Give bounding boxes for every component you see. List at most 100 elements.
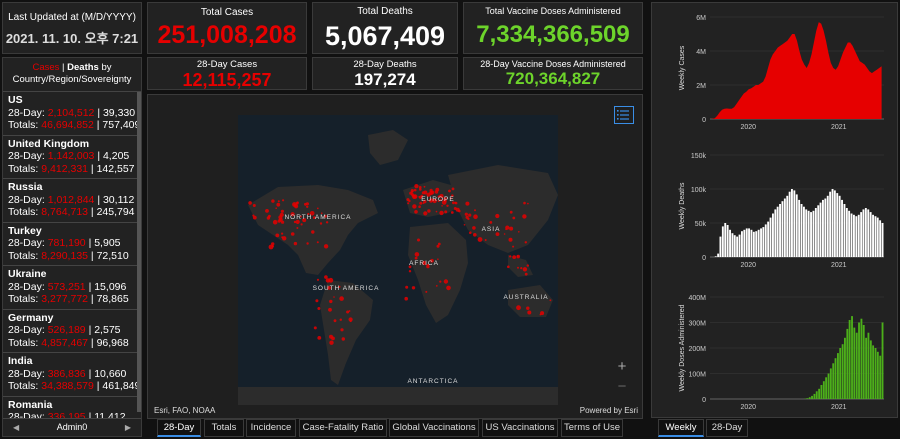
- case-marker[interactable]: [527, 202, 529, 205]
- case-marker[interactable]: [405, 285, 409, 289]
- case-marker[interactable]: [418, 205, 421, 208]
- chart-bar[interactable]: [811, 395, 813, 399]
- chart-bar[interactable]: [726, 225, 729, 257]
- chart-bar[interactable]: [752, 231, 755, 257]
- chart-bar[interactable]: [836, 193, 839, 257]
- case-marker[interactable]: [509, 210, 513, 214]
- case-marker[interactable]: [266, 216, 271, 220]
- chart-bar[interactable]: [865, 337, 868, 399]
- chart-bar[interactable]: [864, 208, 867, 257]
- chart-bar[interactable]: [872, 345, 875, 399]
- chart-bar[interactable]: [721, 226, 724, 257]
- chart-bar[interactable]: [803, 206, 805, 257]
- country-item[interactable]: Ukraine 28-Day: 573,251 | 15,096 Totals: 3…: [3, 266, 141, 310]
- case-marker[interactable]: [348, 310, 351, 312]
- case-marker[interactable]: [516, 255, 519, 258]
- case-marker[interactable]: [324, 275, 328, 279]
- case-marker[interactable]: [520, 267, 523, 270]
- tab-incidence[interactable]: Incidence: [246, 419, 296, 437]
- country-item[interactable]: United Kingdom 28-Day: 1,142,003 | 4,205 T…: [3, 136, 141, 179]
- chart-bar[interactable]: [779, 204, 781, 257]
- case-marker[interactable]: [522, 214, 527, 219]
- chart-bar[interactable]: [731, 233, 734, 257]
- case-marker[interactable]: [484, 239, 487, 241]
- case-marker[interactable]: [414, 184, 419, 189]
- chart-bar[interactable]: [862, 325, 865, 399]
- case-marker[interactable]: [325, 221, 329, 224]
- chart-bar[interactable]: [810, 212, 812, 257]
- chart-bar[interactable]: [733, 235, 736, 257]
- case-marker[interactable]: [271, 245, 274, 248]
- case-marker[interactable]: [472, 226, 476, 230]
- tab-global-vaccinations[interactable]: Global Vaccinations: [389, 419, 479, 437]
- case-marker[interactable]: [252, 215, 257, 220]
- chart-bar[interactable]: [867, 332, 870, 399]
- case-marker[interactable]: [252, 204, 256, 207]
- chart-bar[interactable]: [876, 217, 879, 257]
- chart-bar[interactable]: [729, 229, 731, 257]
- chart-bar[interactable]: [825, 377, 828, 399]
- case-marker[interactable]: [315, 299, 319, 303]
- case-marker[interactable]: [412, 194, 415, 197]
- case-marker[interactable]: [474, 209, 476, 212]
- chart-bar[interactable]: [807, 210, 810, 257]
- case-marker[interactable]: [423, 211, 428, 216]
- case-marker[interactable]: [316, 207, 319, 210]
- case-marker[interactable]: [328, 277, 334, 283]
- chart-bar[interactable]: [741, 231, 743, 257]
- chart-bar[interactable]: [833, 190, 836, 257]
- chart-bar[interactable]: [879, 220, 882, 257]
- chart-bar[interactable]: [750, 229, 753, 257]
- case-marker[interactable]: [539, 313, 542, 316]
- case-marker[interactable]: [509, 255, 512, 258]
- case-marker[interactable]: [427, 209, 431, 213]
- map-panel[interactable]: NORTH AMERICA EUROPE ASIA AFRICA SOUTH A…: [147, 94, 643, 419]
- chart-bar[interactable]: [838, 195, 841, 257]
- weekly-doses-chart[interactable]: 0 100M 200M 300M 400M 2020 2021 Weekly Doses Ad…: [652, 287, 897, 417]
- chart-bar[interactable]: [876, 351, 879, 399]
- case-marker[interactable]: [435, 285, 438, 287]
- case-marker[interactable]: [333, 319, 337, 323]
- chart-bar[interactable]: [862, 209, 865, 257]
- case-marker[interactable]: [505, 228, 507, 231]
- case-marker[interactable]: [407, 202, 410, 205]
- chart-bar[interactable]: [748, 228, 750, 257]
- country-item[interactable]: Turkey 28-Day: 781,190 | 5,905 Totals: 8,2…: [3, 223, 141, 266]
- case-marker[interactable]: [468, 213, 472, 217]
- chart-bar[interactable]: [815, 391, 818, 399]
- case-marker[interactable]: [278, 215, 283, 220]
- case-marker[interactable]: [437, 242, 441, 246]
- powered-by-esri[interactable]: Powered by Esri: [580, 406, 638, 415]
- chart-bar[interactable]: [874, 216, 877, 257]
- chart-bar[interactable]: [714, 256, 717, 257]
- case-marker[interactable]: [435, 210, 438, 213]
- world-map[interactable]: NORTH AMERICA EUROPE ASIA AFRICA SOUTH A…: [148, 95, 643, 419]
- case-marker[interactable]: [340, 328, 344, 332]
- case-marker[interactable]: [439, 210, 444, 216]
- case-marker[interactable]: [463, 224, 466, 226]
- case-marker[interactable]: [512, 245, 515, 248]
- case-marker[interactable]: [339, 296, 344, 301]
- zoom-in-button[interactable]: +: [614, 359, 630, 375]
- case-marker[interactable]: [323, 244, 329, 249]
- case-marker[interactable]: [293, 220, 297, 224]
- case-marker[interactable]: [509, 226, 514, 231]
- case-marker[interactable]: [277, 200, 280, 203]
- case-marker[interactable]: [473, 233, 477, 237]
- case-marker[interactable]: [304, 202, 307, 206]
- case-marker[interactable]: [414, 252, 420, 257]
- chart-bar[interactable]: [822, 199, 824, 257]
- chart-bar[interactable]: [774, 209, 777, 257]
- chart-bar[interactable]: [881, 322, 884, 400]
- case-marker[interactable]: [328, 307, 332, 312]
- case-marker[interactable]: [425, 290, 428, 293]
- chart-bar[interactable]: [820, 385, 823, 399]
- chart-bar[interactable]: [757, 229, 760, 257]
- chart-bar[interactable]: [881, 223, 884, 257]
- tab-28-day[interactable]: 28-Day: [157, 419, 201, 437]
- chart-bar[interactable]: [827, 373, 830, 400]
- chart-bar[interactable]: [837, 353, 839, 399]
- case-marker[interactable]: [443, 279, 449, 284]
- chart-bar[interactable]: [829, 368, 832, 399]
- chart-tab-28-day[interactable]: 28-Day: [706, 419, 748, 437]
